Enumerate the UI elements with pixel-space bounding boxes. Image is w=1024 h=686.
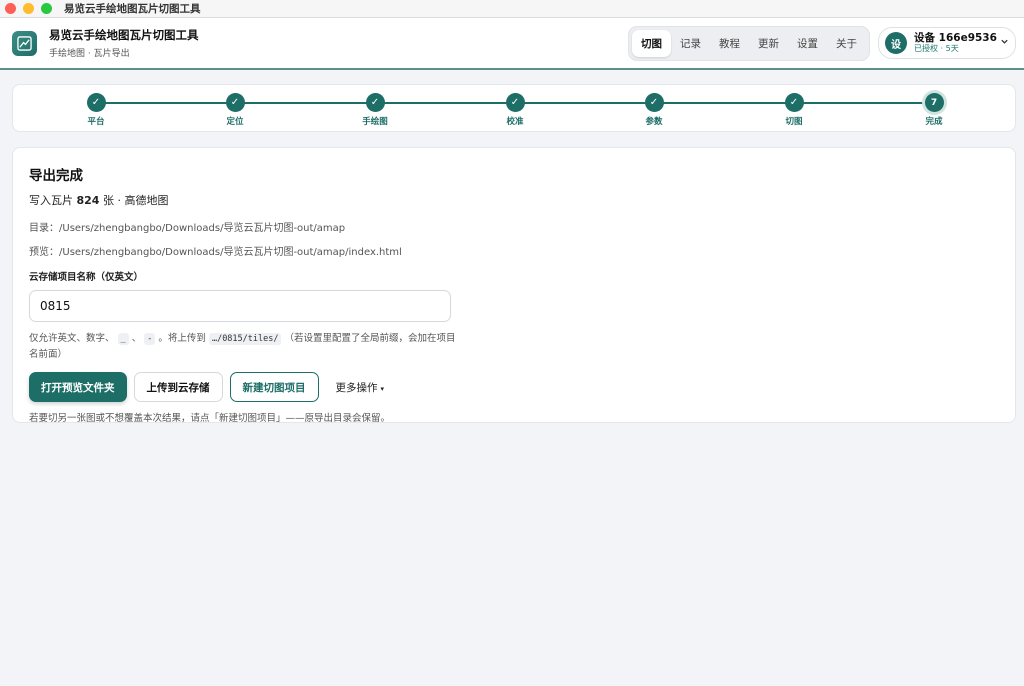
open-preview-folder-button[interactable]: 打开预览文件夹 bbox=[29, 372, 127, 402]
output-directory: 目录：/Users/zhengbangbo/Downloads/导览云瓦片切图-… bbox=[29, 219, 999, 234]
map-tiles-icon bbox=[12, 30, 37, 56]
main-nav: 切图 记录 教程 更新 设置 关于 bbox=[628, 25, 870, 61]
minimize-window-button[interactable] bbox=[23, 3, 34, 14]
step-label: 校准 bbox=[506, 117, 524, 127]
tab-about[interactable]: 关于 bbox=[827, 30, 866, 57]
hint-text: 仅允许英文、数字、 bbox=[29, 333, 115, 344]
tab-cut[interactable]: 切图 bbox=[632, 29, 671, 57]
step-label: 参数 bbox=[645, 117, 663, 127]
step-calibrate[interactable]: ✓ 校准 bbox=[495, 93, 535, 127]
tab-records[interactable]: 记录 bbox=[671, 30, 710, 57]
app-titles: 易览云手绘地图瓦片切图工具 手绘地图 · 瓦片导出 bbox=[49, 27, 199, 59]
more-actions-label: 更多操作 bbox=[335, 381, 378, 394]
app-header: 易览云手绘地图瓦片切图工具 手绘地图 · 瓦片导出 切图 记录 教程 更新 设置… bbox=[0, 18, 1024, 70]
step-hand-drawn-map[interactable]: ✓ 手绘图 bbox=[355, 93, 395, 127]
chevron-down-icon bbox=[1000, 37, 1009, 49]
page-title: 导出完成 bbox=[29, 168, 83, 184]
project-name-hint: 仅允许英文、数字、 _ 、 - 。将上传到 …/0815/tiles/ （若设置… bbox=[29, 331, 459, 362]
summary-suffix: 张 · 高德地图 bbox=[102, 194, 169, 207]
step-platform[interactable]: ✓ 平台 bbox=[76, 93, 116, 127]
hint-code-dash: - bbox=[144, 333, 156, 345]
tab-tutorial[interactable]: 教程 bbox=[710, 30, 749, 57]
dir-label: 目录： bbox=[29, 223, 59, 234]
dir-path: /Users/zhengbangbo/Downloads/导览云瓦片切图-out… bbox=[59, 223, 346, 234]
export-summary: 写入瓦片 824 张 · 高德地图 bbox=[29, 192, 999, 208]
project-name-label: 云存储项目名称（仅英文） bbox=[29, 272, 144, 283]
step-label: 平台 bbox=[87, 117, 105, 127]
preview-label: 预览： bbox=[29, 247, 59, 258]
check-icon: ✓ bbox=[784, 93, 804, 112]
export-result-card: 导出完成 写入瓦片 824 张 · 高德地图 目录：/Users/zhengba… bbox=[12, 147, 1016, 424]
app-name: 易览云手绘地图瓦片切图工具 bbox=[49, 28, 199, 42]
hint-text: 。将上传到 bbox=[158, 333, 206, 344]
step-label: 手绘图 bbox=[362, 117, 388, 127]
step-number: 7 bbox=[924, 93, 944, 112]
check-icon: ✓ bbox=[644, 93, 664, 112]
license-status: 已授权 · 5天 bbox=[914, 44, 959, 54]
step-done[interactable]: 7 完成 bbox=[914, 93, 954, 127]
step-label: 切图 bbox=[785, 117, 803, 127]
footnote: 若要切另一张图或不想覆盖本次结果，请点「新建切图项目」——原导出目录会保留。 bbox=[29, 413, 391, 424]
hint-separator: 、 bbox=[131, 333, 142, 344]
device-menu[interactable]: 设 设备 166e9536 已授权 · 5天 bbox=[878, 27, 1016, 59]
close-window-button[interactable] bbox=[5, 3, 16, 14]
window-title: 易览云手绘地图瓦片切图工具 bbox=[64, 3, 201, 15]
step-parameters[interactable]: ✓ 参数 bbox=[634, 93, 674, 127]
more-actions-menu[interactable]: 更多操作 ▾ bbox=[336, 380, 385, 395]
window-controls bbox=[5, 3, 52, 14]
new-project-button[interactable]: 新建切图项目 bbox=[229, 372, 319, 402]
check-icon: ✓ bbox=[225, 93, 245, 112]
step-label: 完成 bbox=[925, 117, 943, 127]
hint-code-path: …/0815/tiles/ bbox=[208, 333, 282, 345]
zoom-window-button[interactable] bbox=[41, 3, 52, 14]
caret-down-icon: ▾ bbox=[380, 384, 385, 393]
preview-path: /Users/zhengbangbo/Downloads/导览云瓦片切图-out… bbox=[59, 247, 402, 258]
avatar: 设 bbox=[885, 32, 907, 54]
preview-file: 预览：/Users/zhengbangbo/Downloads/导览云瓦片切图-… bbox=[29, 243, 999, 258]
window-titlebar: 易览云手绘地图瓦片切图工具 bbox=[0, 0, 1024, 18]
check-icon: ✓ bbox=[86, 93, 106, 112]
progress-stepper: ✓ 平台 ✓ 定位 ✓ 手绘图 ✓ 校准 ✓ 参数 ✓ 切图 7 完成 bbox=[12, 84, 1016, 132]
action-bar: 打开预览文件夹 上传到云存储 新建切图项目 更多操作 ▾ bbox=[29, 372, 999, 402]
tab-updates[interactable]: 更新 bbox=[749, 30, 788, 57]
check-icon: ✓ bbox=[505, 93, 525, 112]
step-locate[interactable]: ✓ 定位 bbox=[215, 93, 255, 127]
step-cut[interactable]: ✓ 切图 bbox=[774, 93, 814, 127]
tab-settings[interactable]: 设置 bbox=[788, 30, 827, 57]
hint-code-underscore: _ bbox=[117, 333, 129, 345]
upload-to-cloud-button[interactable]: 上传到云存储 bbox=[133, 372, 223, 402]
project-name-input[interactable] bbox=[29, 290, 451, 322]
check-icon: ✓ bbox=[365, 93, 385, 112]
device-info: 设备 166e9536 已授权 · 5天 bbox=[914, 33, 997, 54]
app-subtitle: 手绘地图 · 瓦片导出 bbox=[49, 49, 130, 59]
tile-count: 824 bbox=[76, 194, 100, 207]
step-label: 定位 bbox=[226, 117, 244, 127]
summary-prefix: 写入瓦片 bbox=[29, 194, 73, 207]
device-name: 设备 166e9536 bbox=[914, 31, 997, 44]
